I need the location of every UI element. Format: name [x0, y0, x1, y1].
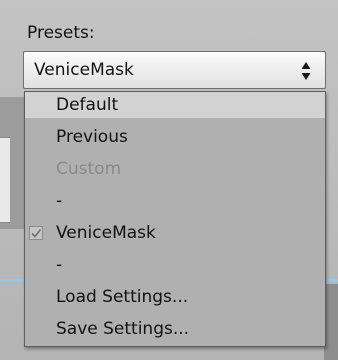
menu-item-custom: Custom: [25, 156, 325, 182]
preset-select-value: VeniceMask: [34, 60, 134, 80]
menu-item-label: Default: [56, 95, 119, 115]
menu-item-label: Save Settings...: [56, 319, 190, 339]
background-accent-line: [0, 279, 26, 282]
background-dark-edge: [324, 284, 338, 360]
menu-item-load-settings[interactable]: Load Settings...: [25, 284, 325, 310]
presets-label: Presets:: [27, 23, 95, 43]
menu-separator: -: [25, 188, 325, 214]
up-down-arrows-icon: [301, 62, 311, 80]
preset-select[interactable]: VeniceMask: [23, 51, 326, 89]
menu-separator-label: -: [56, 191, 63, 211]
background-field-edge: [0, 137, 10, 223]
menu-item-label: VeniceMask: [56, 223, 156, 243]
checkmark-icon: [29, 226, 43, 240]
menu-item-save-settings[interactable]: Save Settings...: [25, 316, 325, 342]
menu-separator: -: [25, 252, 325, 278]
menu-separator-label: -: [56, 255, 63, 275]
menu-item-label: Load Settings...: [56, 287, 189, 307]
preset-dropdown-menu: Default Previous Custom - VeniceMask - L…: [24, 91, 326, 347]
menu-item-venicemask[interactable]: VeniceMask: [25, 220, 325, 246]
menu-item-label: Previous: [56, 127, 128, 147]
menu-item-previous[interactable]: Previous: [25, 124, 325, 150]
menu-item-default[interactable]: Default: [25, 92, 325, 118]
menu-item-label: Custom: [56, 159, 122, 179]
